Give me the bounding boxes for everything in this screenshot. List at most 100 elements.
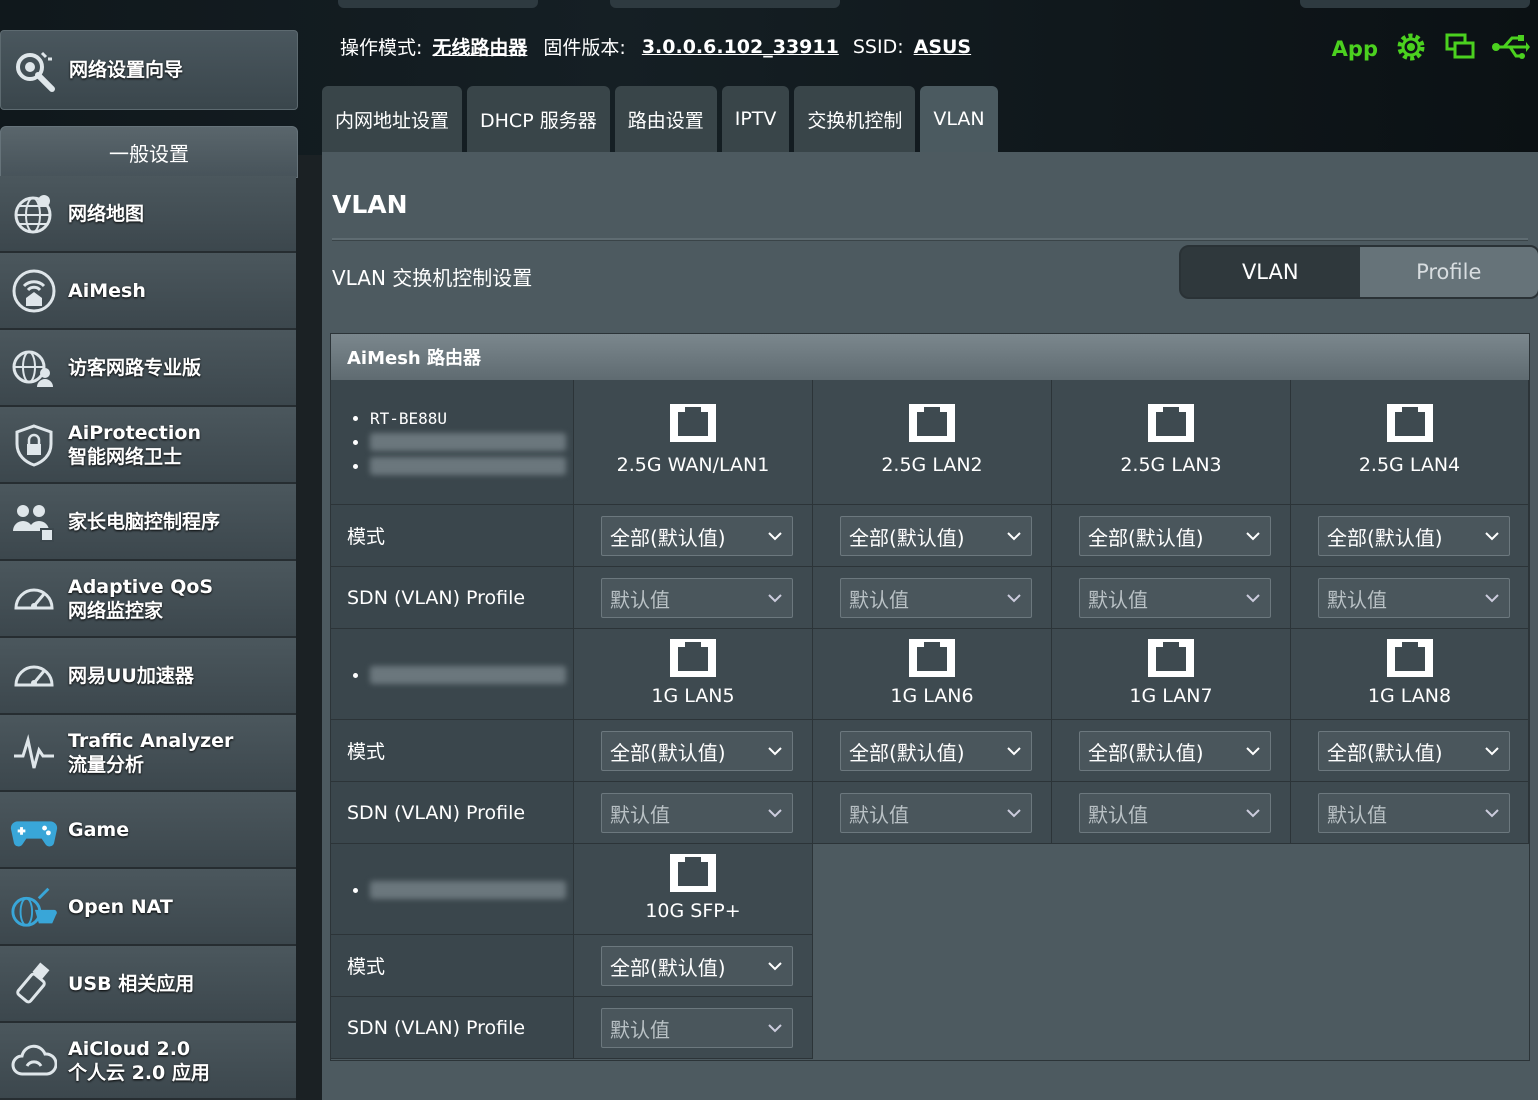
- select-value: 全部(默认值): [610, 740, 726, 765]
- mode-link[interactable]: 无线路由器: [432, 33, 527, 60]
- mode-select[interactable]: 全部(默认值): [601, 946, 793, 986]
- analyzer-icon: [10, 729, 58, 777]
- list-item: [353, 663, 566, 687]
- view-toggle: VLAN Profile: [1179, 245, 1538, 299]
- toggle-profile-button[interactable]: Profile: [1359, 247, 1538, 297]
- mode-select[interactable]: 全部(默认值): [840, 516, 1032, 556]
- profile-cell: 默认值: [1052, 782, 1291, 844]
- general-settings-label: 一般设置: [109, 141, 189, 166]
- chevron-down-icon: [1246, 747, 1260, 756]
- usb-status-icon[interactable]: [1490, 32, 1530, 66]
- gamepad-icon: [10, 806, 58, 854]
- globe-icon: [10, 190, 58, 238]
- profile-select[interactable]: 默认值: [1318, 578, 1510, 618]
- profile-select[interactable]: 默认值: [1079, 793, 1271, 833]
- sidebar-item-label: AiCloud 2.0: [68, 1037, 191, 1060]
- select-value: 全部(默认值): [610, 955, 726, 980]
- toggle-vlan-button[interactable]: VLAN: [1181, 247, 1360, 297]
- sidebar-item-parental-control[interactable]: 家长电脑控制程序: [0, 484, 296, 561]
- firmware-link[interactable]: 3.0.0.6.102_33911: [642, 36, 839, 58]
- firmware-label: 固件版本:: [543, 37, 626, 59]
- profile-cell: 默认值: [813, 567, 1052, 629]
- gear-icon[interactable]: [1392, 28, 1430, 70]
- mode-cell: 全部(默认值): [1291, 720, 1529, 782]
- guest-network-icon: [10, 344, 58, 392]
- general-settings-header: 一般设置: [0, 126, 298, 178]
- sidebar: 网络设置向导 一般设置 网络地图 AiMesh 访客网路专业版 AiProtec…: [0, 0, 298, 1100]
- sidebar-item-aiprotection[interactable]: AiProtection 智能网络卫士: [0, 407, 296, 484]
- sidebar-item-usb-apps[interactable]: USB 相关应用: [0, 946, 296, 1023]
- sidebar-item-label: Game: [68, 818, 130, 841]
- select-value: 默认值: [1327, 587, 1387, 612]
- sidebar-item-traffic-analyzer[interactable]: Traffic Analyzer 流量分析: [0, 715, 296, 792]
- tab-lan-ip[interactable]: 内网地址设置: [322, 86, 463, 152]
- profile-select[interactable]: 默认值: [1079, 578, 1271, 618]
- profile-select[interactable]: 默认值: [601, 578, 793, 618]
- profile-row-label: SDN (VLAN) Profile: [331, 782, 574, 844]
- port-cell: 1G LAN6: [813, 629, 1052, 720]
- mode-cell: 全部(默认值): [574, 505, 813, 567]
- sidebar-item-label: USB 相关应用: [68, 972, 195, 995]
- tab-switch-control[interactable]: 交换机控制: [794, 86, 916, 152]
- parental-control-icon: [10, 498, 58, 546]
- mode-select[interactable]: 全部(默认值): [1318, 731, 1510, 771]
- ethernet-port-icon: [1386, 404, 1433, 442]
- sidebar-item-sublabel: 网络监控家: [68, 599, 164, 622]
- sidebar-item-network-map[interactable]: 网络地图: [0, 176, 296, 253]
- mode-cell: 全部(默认值): [813, 505, 1052, 567]
- chevron-down-icon: [1007, 532, 1021, 541]
- page-title: VLAN: [332, 190, 408, 219]
- list-item: RT-BE88U: [353, 406, 566, 430]
- sidebar-item-aimesh[interactable]: AiMesh: [0, 253, 296, 330]
- port-name: 1G LAN6: [890, 685, 974, 707]
- mode-select[interactable]: 全部(默认值): [840, 731, 1032, 771]
- select-value: 默认值: [610, 587, 670, 612]
- sidebar-item-open-nat[interactable]: Open NAT: [0, 869, 296, 946]
- chevron-down-icon: [1007, 747, 1021, 756]
- profile-select[interactable]: 默认值: [840, 793, 1032, 833]
- open-nat-icon: [10, 883, 58, 931]
- mode-row-label: 模式: [331, 935, 574, 997]
- sidebar-item-network-wizard[interactable]: 网络设置向导: [0, 30, 298, 110]
- sidebar-item-sublabel: 流量分析: [68, 753, 145, 776]
- redacted-text: [370, 457, 566, 475]
- ssid-link[interactable]: ASUS: [914, 36, 972, 58]
- sidebar-item-uu-accelerator[interactable]: 网易UU加速器: [0, 638, 296, 715]
- divider: [332, 238, 1528, 241]
- sidebar-item-aicloud[interactable]: AiCloud 2.0 个人云 2.0 应用: [0, 1023, 296, 1100]
- sidebar-item-game[interactable]: Game: [0, 792, 296, 869]
- mode-select[interactable]: 全部(默认值): [1318, 516, 1510, 556]
- chevron-down-icon: [1485, 594, 1499, 603]
- profile-select[interactable]: 默认值: [840, 578, 1032, 618]
- profile-select[interactable]: 默认值: [601, 1008, 793, 1048]
- device-list: RT-BE88U: [353, 406, 566, 478]
- tab-vlan[interactable]: VLAN: [920, 86, 998, 152]
- mode-select[interactable]: 全部(默认值): [601, 516, 793, 556]
- mode-cell: 全部(默认值): [1052, 720, 1291, 782]
- profile-select[interactable]: 默认值: [601, 793, 793, 833]
- row-label: SDN (VLAN) Profile: [347, 801, 526, 824]
- app-link[interactable]: App: [1332, 37, 1378, 61]
- tab-iptv[interactable]: IPTV: [721, 86, 790, 152]
- sidebar-item-adaptive-qos[interactable]: Adaptive QoS 网络监控家: [0, 561, 296, 638]
- profile-cell: 默认值: [1291, 782, 1529, 844]
- mode-select[interactable]: 全部(默认值): [1079, 516, 1271, 556]
- device-cell: [331, 629, 574, 720]
- mesh-icon: [10, 267, 58, 315]
- profile-select[interactable]: 默认值: [1318, 793, 1510, 833]
- select-value: 全部(默认值): [1088, 740, 1204, 765]
- sidebar-item-label: AiMesh: [68, 279, 146, 302]
- device-model: RT-BE88U: [370, 408, 448, 428]
- tab-route[interactable]: 路由设置: [614, 86, 717, 152]
- network-client-icon[interactable]: [1444, 31, 1476, 67]
- bullet: [353, 415, 358, 421]
- bullet: [353, 463, 358, 469]
- device-list: [353, 663, 566, 687]
- sidebar-item-guest-network[interactable]: 访客网路专业版: [0, 330, 296, 407]
- device-cell: RT-BE88U: [331, 380, 574, 505]
- mode-select[interactable]: 全部(默认值): [601, 731, 793, 771]
- status-bar: 操作模式: 无线路由器 固件版本: 3.0.0.6.102_33911 SSID…: [340, 33, 971, 60]
- shield-lock-icon: [10, 421, 58, 469]
- mode-select[interactable]: 全部(默认值): [1079, 731, 1271, 771]
- tab-dhcp-server[interactable]: DHCP 服务器: [467, 86, 610, 152]
